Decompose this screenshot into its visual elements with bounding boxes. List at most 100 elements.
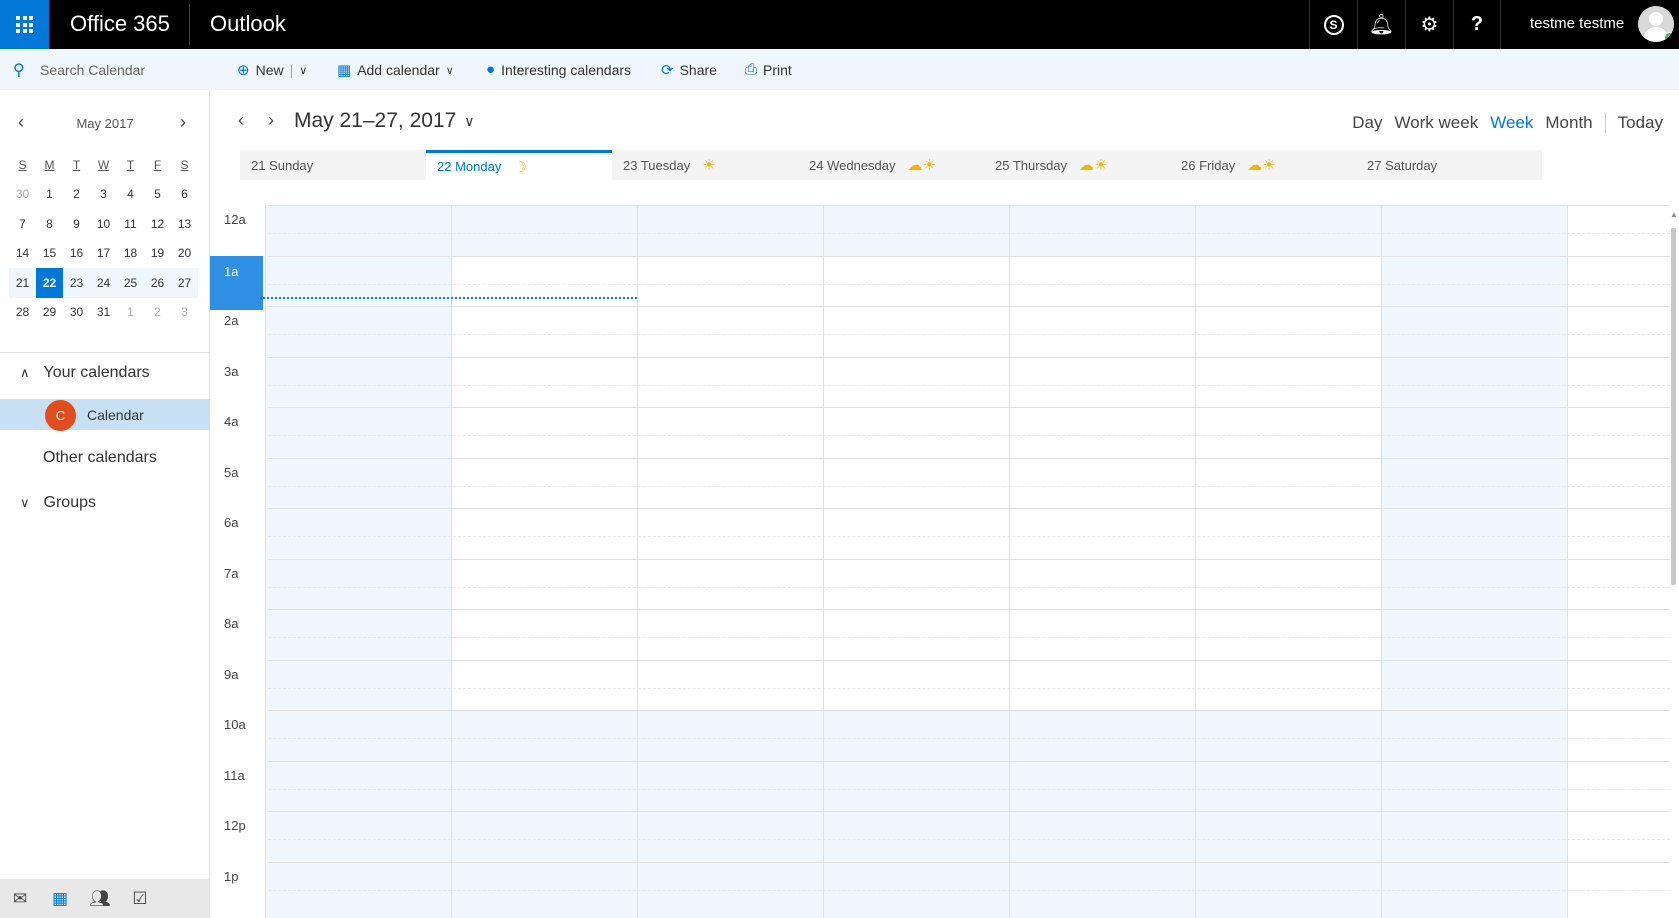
scroll-thumb[interactable] [1671,228,1676,585]
waffle-icon [15,15,34,34]
mini-calendar-day[interactable]: 3 [90,180,117,210]
hour-row[interactable] [268,407,1670,461]
settings-button[interactable]: ⚙ [1405,0,1453,49]
hour-row[interactable] [268,255,1670,310]
mini-calendar-day[interactable]: 4 [117,180,144,210]
date-range-picker[interactable]: May 21–27, 2017 ∨ [294,109,475,133]
your-calendars-header[interactable]: ∧ Your calendars [20,364,150,382]
mini-calendar-day[interactable]: 28 [9,298,36,328]
hour-row[interactable] [268,710,1670,764]
tasks-icon[interactable]: ☑ [120,889,160,909]
hour-row[interactable] [268,609,1670,663]
mini-calendar-day[interactable]: 18 [117,239,144,269]
mini-calendar-day[interactable]: 8 [36,209,63,239]
mini-calendar-title[interactable]: May 2017 [0,116,210,131]
mini-calendar-day[interactable]: 15 [36,239,63,269]
people-icon[interactable]: 👥︎ [80,889,120,909]
next-week-button[interactable]: › [268,110,274,131]
hour-row[interactable] [268,760,1670,815]
mini-calendar-day[interactable]: 30 [9,180,36,210]
mini-calendar-day[interactable]: 2 [144,298,171,328]
hour-row[interactable] [268,205,1670,259]
search-box[interactable]: ⚲ Search Calendar [0,49,210,90]
help-button[interactable]: ? [1453,0,1501,49]
mini-calendar-day[interactable]: 21 [9,268,36,298]
prev-week-button[interactable]: ‹ [238,110,244,131]
notifications-button[interactable]: 🔔︎ [1357,0,1405,49]
hour-row[interactable] [268,306,1670,360]
view-work-week[interactable]: Work week [1394,113,1478,133]
mini-calendar-day[interactable]: 1 [117,298,144,328]
user-name[interactable]: testme testme [1530,15,1624,32]
search-input[interactable]: Search Calendar [40,62,145,78]
day-header[interactable]: 26 Friday ☁☀ [1170,150,1356,180]
hour-row[interactable] [268,558,1670,613]
mini-calendar-day[interactable]: 26 [144,268,171,298]
scroll-up-icon[interactable]: ▲ [1670,210,1678,219]
chevron-down-icon[interactable]: ∨ [299,64,307,77]
mini-calendar-day[interactable]: 24 [90,268,117,298]
day-header[interactable]: 27 Saturday [1356,150,1542,180]
day-header[interactable]: 23 Tuesday ☀ [612,150,798,180]
mini-calendar-day[interactable]: 20 [171,239,198,269]
hour-row[interactable] [268,356,1670,411]
today-button[interactable]: Today [1618,113,1663,133]
mini-calendar-day[interactable]: 6 [171,180,198,210]
mini-calendar-day[interactable]: 17 [90,239,117,269]
mini-calendar-day[interactable]: 22 [36,268,63,298]
week-grid[interactable]: 12a1a2a3a4a5a6a7a8a9a10a11a12p1p1a [210,205,1670,918]
hour-row[interactable] [268,811,1670,865]
mini-calendar-day[interactable]: 23 [63,268,90,298]
hour-row[interactable] [268,508,1670,562]
calendar-item[interactable]: C Calendar [0,399,210,431]
mini-calendar-day[interactable]: 16 [63,239,90,269]
view-day[interactable]: Day [1352,113,1382,133]
new-button[interactable]: ⊕ New | ∨ [237,61,307,79]
interesting-calendars-button[interactable]: ● Interesting calendars [486,61,631,78]
mini-calendar-day[interactable]: 9 [63,209,90,239]
mini-calendar-day[interactable]: 29 [36,298,63,328]
mini-calendar-day[interactable]: 2 [63,180,90,210]
hour-row[interactable] [268,659,1670,714]
view-week[interactable]: Week [1490,113,1533,133]
other-calendars-header[interactable]: Other calendars [43,449,157,467]
mini-calendar-day[interactable]: 5 [144,180,171,210]
mini-calendar-day[interactable]: 31 [90,298,117,328]
hour-row[interactable] [268,861,1670,916]
mini-calendar-day[interactable]: 3 [171,298,198,328]
add-calendar-button[interactable]: ▦ Add calendar ∨ [337,61,454,79]
brand-name[interactable]: Office 365 [70,11,170,37]
add-calendar-label: Add calendar [357,62,440,78]
user-avatar[interactable] [1638,6,1674,42]
day-header[interactable]: 24 Wednesday ☁☀ [798,150,984,180]
mail-icon[interactable]: ✉ [0,889,40,909]
mini-calendar-day[interactable]: 30 [63,298,90,328]
mini-calendar-day[interactable]: 13 [171,209,198,239]
mini-calendar-day[interactable]: 11 [117,209,144,239]
share-button[interactable]: ⟳ Share [661,61,717,79]
app-name[interactable]: Outlook [210,11,286,37]
view-month[interactable]: Month [1545,113,1592,133]
day-column-divider [637,205,638,918]
print-button[interactable]: ⎙ Print [745,61,792,78]
mini-calendar-day[interactable]: 10 [90,209,117,239]
day-header[interactable]: 21 Sunday [240,150,426,180]
mini-calendar-day[interactable]: 14 [9,239,36,269]
day-header[interactable]: 22 Monday ☽ [426,150,612,180]
mini-calendar-day[interactable]: 7 [9,209,36,239]
groups-header[interactable]: ∨ Groups [20,494,96,512]
hour-row[interactable] [268,457,1670,512]
mini-calendar-day[interactable]: 25 [117,268,144,298]
mini-calendar-day[interactable]: 19 [144,239,171,269]
skype-button[interactable]: S [1309,0,1357,49]
mini-calendar-day[interactable]: 27 [171,268,198,298]
mini-calendar-day[interactable]: 12 [144,209,171,239]
scrollbar[interactable]: ▲ [1669,206,1679,918]
mini-calendar: S M T W T F S 30 1 2 3 4 5 6 7 8 9 10 11 12 13 14 15 16 17 18 19 20… [9,150,198,327]
calendar-icon[interactable]: ▦ [40,889,80,909]
mini-calendar-day[interactable]: 1 [36,180,63,210]
day-column-divider [265,205,266,918]
day-header[interactable]: 25 Thursday ☁☀ [984,150,1170,180]
app-launcher-button[interactable] [0,0,49,49]
next-month-button[interactable]: › [180,112,186,133]
